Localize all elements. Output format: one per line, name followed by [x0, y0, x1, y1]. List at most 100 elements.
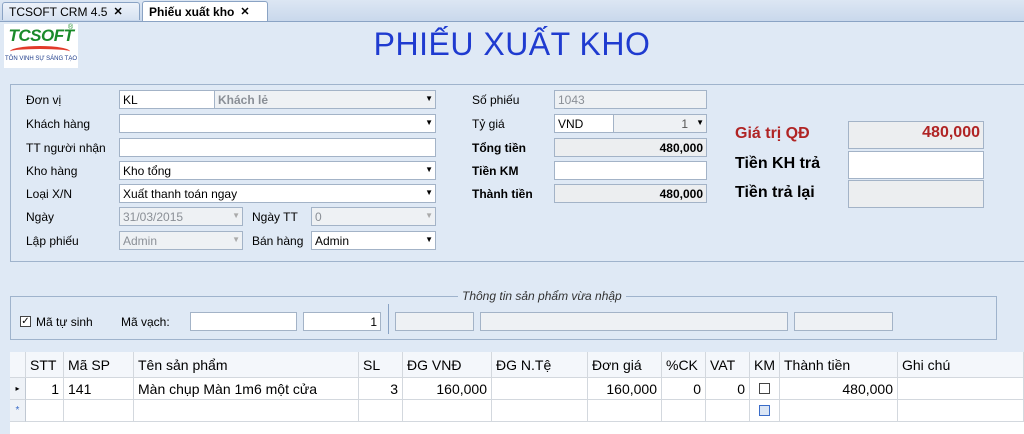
- kho-hang-value: Kho tổng: [123, 164, 172, 178]
- ty-gia-label: Tỷ giá: [472, 117, 505, 131]
- col-stt[interactable]: STT: [26, 352, 64, 378]
- don-vi-select[interactable]: Khách lẻ ▼: [214, 90, 436, 109]
- cell-stt[interactable]: 1: [26, 378, 64, 400]
- ban-hang-label: Bán hàng: [252, 234, 304, 248]
- ngay-value: 31/03/2015: [123, 210, 184, 224]
- cell-dg-vnd[interactable]: 160,000: [403, 378, 492, 400]
- tt-nguoi-nhan-label: TT người nhận: [26, 141, 106, 155]
- chevron-down-icon[interactable]: ▼: [696, 118, 704, 127]
- tien-km-field[interactable]: [554, 161, 707, 180]
- product-name-display: [480, 312, 788, 331]
- col-ck[interactable]: %CK: [662, 352, 706, 378]
- tien-tra-lai-label: Tiền trả lại: [735, 184, 815, 201]
- tt-nguoi-nhan-field[interactable]: [119, 138, 436, 157]
- new-row-indicator[interactable]: *: [10, 400, 26, 422]
- col-dg-vnd[interactable]: ĐG VNĐ: [403, 352, 492, 378]
- cell-ten-san-pham[interactable]: Màn chụp Màn 1m6 một cửa: [134, 378, 359, 400]
- col-km[interactable]: KM: [750, 352, 780, 378]
- new-cell-sl[interactable]: [359, 400, 403, 422]
- kho-hang-select[interactable]: Kho tổng ▼: [119, 161, 436, 180]
- cell-ghi-chu[interactable]: [898, 378, 1024, 400]
- so-phieu-field[interactable]: 1043: [554, 90, 707, 109]
- col-sl[interactable]: SL: [359, 352, 403, 378]
- currency-field[interactable]: VND: [554, 114, 614, 133]
- new-cell-ck[interactable]: [662, 400, 706, 422]
- ngay-label: Ngày: [26, 210, 55, 224]
- tab-bar: TCSOFT CRM 4.5 ✕ Phiếu xuất kho ✕: [0, 0, 1024, 22]
- new-cell-km[interactable]: [750, 400, 780, 422]
- lap-phieu-field[interactable]: Admin ▼: [119, 231, 243, 250]
- ma-vach-input[interactable]: [190, 312, 297, 331]
- khach-hang-label: Khách hàng: [26, 117, 91, 131]
- product-code-display: [395, 312, 474, 331]
- col-ten-san-pham[interactable]: Tên sản phẩm: [134, 352, 359, 378]
- col-don-gia[interactable]: Đơn giá: [588, 352, 662, 378]
- chevron-down-icon[interactable]: ▼: [425, 118, 433, 127]
- chevron-down-icon[interactable]: ▼: [425, 211, 433, 220]
- loai-xn-value: Xuất thanh toán ngay: [123, 187, 238, 201]
- rate-select[interactable]: 1 ▼: [613, 114, 707, 133]
- thanh-tien-label: Thành tiền: [472, 187, 533, 201]
- col-ghi-chu[interactable]: Ghi chú: [898, 352, 1024, 378]
- tong-tien-label: Tổng tiền: [472, 141, 526, 155]
- new-cell-dg-vnd[interactable]: [403, 400, 492, 422]
- chevron-down-icon[interactable]: ▼: [232, 211, 240, 220]
- new-cell-ten-san-pham[interactable]: [134, 400, 359, 422]
- new-cell-ma-sp[interactable]: [64, 400, 134, 422]
- cell-km[interactable]: [750, 378, 780, 400]
- new-cell-dg-nte[interactable]: [492, 400, 588, 422]
- tab-tcsoft-crm[interactable]: TCSOFT CRM 4.5 ✕: [2, 2, 140, 20]
- new-cell-vat[interactable]: [706, 400, 750, 422]
- gia-tri-qd-field: 480,000: [848, 121, 984, 149]
- chevron-down-icon[interactable]: ▼: [425, 188, 433, 197]
- tong-tien-field: 480,000: [554, 138, 707, 157]
- don-vi-code-field[interactable]: KL: [119, 90, 215, 109]
- col-ma-sp[interactable]: Mã SP: [64, 352, 134, 378]
- chevron-down-icon[interactable]: ▼: [425, 94, 433, 103]
- ngay-tt-value: 0: [315, 210, 322, 224]
- khach-hang-select[interactable]: ▼: [119, 114, 436, 133]
- new-cell-ghi-chu[interactable]: [898, 400, 1024, 422]
- tien-kh-tra-field[interactable]: [848, 151, 984, 179]
- cell-ma-sp[interactable]: 141: [64, 378, 134, 400]
- thanh-tien-field: 480,000: [554, 184, 707, 203]
- new-cell-stt[interactable]: [26, 400, 64, 422]
- cell-sl[interactable]: 3: [359, 378, 403, 400]
- chevron-down-icon[interactable]: ▼: [425, 235, 433, 244]
- cell-ck[interactable]: 0: [662, 378, 706, 400]
- chevron-down-icon[interactable]: ▼: [425, 165, 433, 174]
- col-dg-nte[interactable]: ĐG N.Tệ: [492, 352, 588, 378]
- grid-corner: [10, 352, 26, 378]
- new-cell-thanh-tien[interactable]: [780, 400, 898, 422]
- ngay-field[interactable]: 31/03/2015 ▼: [119, 207, 243, 226]
- cell-thanh-tien[interactable]: 480,000: [780, 378, 898, 400]
- kho-hang-label: Kho hàng: [26, 164, 78, 178]
- close-icon[interactable]: ✕: [240, 5, 249, 18]
- cell-don-gia[interactable]: 160,000: [588, 378, 662, 400]
- so-phieu-label: Số phiếu: [472, 93, 520, 107]
- close-icon[interactable]: ✕: [113, 5, 122, 18]
- cell-vat[interactable]: 0: [706, 378, 750, 400]
- row-indicator[interactable]: ▸: [10, 378, 26, 400]
- col-thanh-tien[interactable]: Thành tiền: [780, 352, 898, 378]
- cell-dg-nte[interactable]: [492, 378, 588, 400]
- loai-xn-select[interactable]: Xuất thanh toán ngay ▼: [119, 184, 436, 203]
- col-vat[interactable]: VAT: [706, 352, 750, 378]
- tien-kh-tra-label: Tiền KH trả: [735, 155, 821, 172]
- gia-tri-qd-label: Giá trị QĐ: [735, 125, 810, 142]
- divider: [388, 304, 389, 334]
- rate-value: 1: [681, 117, 688, 131]
- new-cell-don-gia[interactable]: [588, 400, 662, 422]
- ngay-tt-field[interactable]: 0 ▼: [311, 207, 436, 226]
- km-checkbox[interactable]: [759, 383, 770, 394]
- ngay-tt-label: Ngày TT: [252, 210, 298, 224]
- tien-tra-lai-field: [848, 180, 984, 208]
- quantity-input[interactable]: 1: [303, 312, 381, 331]
- ban-hang-select[interactable]: Admin ▼: [311, 231, 436, 250]
- lap-phieu-label: Lập phiếu: [26, 234, 79, 248]
- tab-phieu-xuat-kho[interactable]: Phiếu xuất kho ✕: [142, 1, 268, 21]
- chevron-down-icon[interactable]: ▼: [232, 235, 240, 244]
- product-grid: STT Mã SP Tên sản phẩm SL ĐG VNĐ ĐG N.Tệ…: [10, 352, 1024, 434]
- ma-tu-sinh-checkbox[interactable]: ✓: [20, 316, 31, 327]
- km-checkbox[interactable]: [759, 405, 770, 416]
